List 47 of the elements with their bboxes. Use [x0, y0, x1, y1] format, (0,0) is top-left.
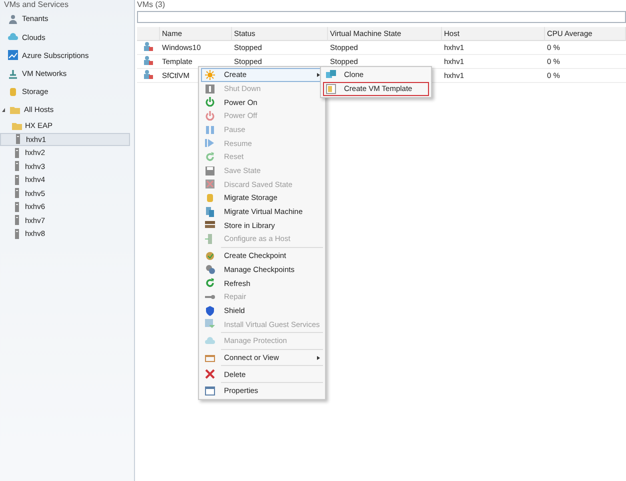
template-icon	[326, 84, 336, 94]
shield-icon	[205, 306, 215, 316]
server-icon	[13, 134, 23, 144]
delete-icon	[205, 369, 215, 380]
checkpoints-icon	[205, 264, 215, 274]
power-icon	[205, 97, 215, 108]
cylinder-icon	[205, 193, 215, 204]
vm-icon	[143, 41, 153, 51]
vm-icon	[143, 55, 153, 65]
floppy-icon	[205, 166, 215, 176]
chart-icon	[8, 50, 18, 60]
connect-icon	[205, 352, 215, 363]
library-icon	[205, 220, 215, 230]
install-icon	[205, 319, 215, 330]
cloud-icon	[8, 32, 18, 42]
search-field[interactable]	[137, 11, 626, 23]
play-icon	[205, 138, 215, 148]
protection-icon	[205, 336, 215, 346]
checkpoint-icon	[205, 250, 215, 261]
server-icon	[12, 228, 22, 239]
discard-icon	[205, 179, 215, 190]
host-icon	[205, 234, 215, 244]
cylinder-icon	[8, 86, 18, 97]
refresh-icon	[205, 278, 215, 288]
stop-icon	[205, 84, 215, 94]
vm-icon	[143, 69, 153, 79]
network-icon	[8, 68, 18, 79]
pause-icon	[205, 124, 215, 135]
server-icon	[12, 148, 22, 158]
folder-icon	[10, 105, 20, 116]
server-icon	[12, 215, 22, 226]
header-cell	[137, 27, 160, 41]
properties-icon	[205, 386, 215, 396]
power-icon	[205, 110, 215, 121]
expand-toggle[interactable]	[2, 108, 5, 112]
folder-icon	[12, 120, 22, 131]
reset-icon	[205, 152, 215, 162]
sun-icon	[205, 70, 215, 80]
server-icon	[12, 161, 22, 172]
server-icon	[12, 174, 22, 185]
clone-icon	[326, 70, 336, 80]
people-icon	[8, 14, 18, 24]
server-icon	[12, 202, 22, 212]
panel-title: VMs (3)	[137, 0, 166, 10]
pane-title: VMs and Services	[3, 0, 70, 10]
migrate-icon	[205, 206, 215, 217]
server-icon	[12, 188, 22, 198]
